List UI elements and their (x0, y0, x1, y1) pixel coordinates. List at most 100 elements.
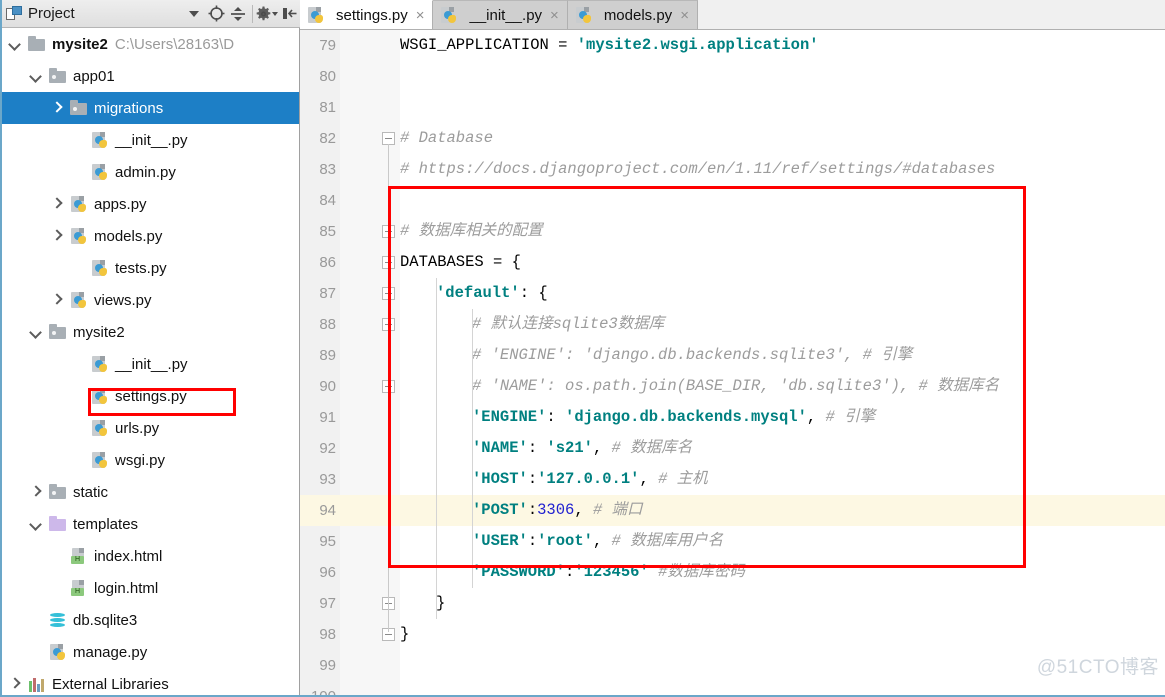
project-panel-title[interactable]: Project (0, 5, 75, 22)
code-line-80[interactable]: 80 (300, 61, 1165, 92)
line-number: 84 (319, 192, 336, 209)
code-line-98[interactable]: 98} (300, 619, 1165, 650)
tree-item-migrations[interactable]: migrations (0, 92, 299, 124)
tree-item-urls-py[interactable]: urls.py (0, 412, 299, 444)
chevron-right-icon[interactable] (50, 229, 64, 243)
editor-tab-settings-py[interactable]: settings.py × (300, 0, 434, 29)
code-line-89[interactable]: 89 # 'ENGINE': 'django.db.backends.sqlite… (300, 340, 1165, 371)
tree-item-login-html[interactable]: Hlogin.html (0, 572, 299, 604)
tree-item-label: views.py (94, 291, 152, 309)
chevron-right-icon[interactable] (29, 485, 43, 499)
code-editor[interactable]: 79 WSGI_APPLICATION = 'mysite2.wsgi.appli… (300, 30, 1165, 697)
code-line-87[interactable]: 87 'default': { (300, 278, 1165, 309)
tree-item-static[interactable]: static (0, 476, 299, 508)
code-token: 'PASSWORD' (472, 563, 566, 581)
project-view-dropdown-button[interactable] (183, 3, 205, 25)
line-number: 85 (319, 223, 336, 240)
project-tree[interactable]: mysite2 C:\Users\28163\D app01 migrations __… (0, 28, 299, 697)
code-token: '127.0.0.1' (537, 470, 640, 488)
folder-icon (28, 36, 46, 52)
chevron-down-icon[interactable] (29, 69, 43, 83)
code-line-96[interactable]: 96 'PASSWORD':'123456' #数据库密码 (300, 557, 1165, 588)
code-line-82[interactable]: 82 # Database (300, 123, 1165, 154)
code-line-93[interactable]: 93 'HOST':'127.0.0.1', # 主机 (300, 464, 1165, 495)
tree-item-settings-py[interactable]: settings.py (0, 380, 299, 412)
code-line-79[interactable]: 79 WSGI_APPLICATION = 'mysite2.wsgi.appli… (300, 30, 1165, 61)
locate-file-button[interactable] (205, 3, 227, 25)
tree-item-label: models.py (94, 227, 163, 245)
editor-tab--init-py[interactable]: __init__.py × (433, 0, 568, 29)
project-view-icon (6, 5, 22, 22)
tree-item-index-html[interactable]: Hindex.html (0, 540, 299, 572)
code-line-95[interactable]: 95 'USER':'root', # 数据库用户名 (300, 526, 1165, 557)
code-token: 'USER' (472, 532, 528, 550)
close-icon[interactable]: × (550, 7, 559, 24)
code-token: 'POST' (472, 501, 528, 519)
code-token: # 数据库名 (611, 439, 693, 457)
line-number: 93 (319, 471, 336, 488)
tree-item-label: tests.py (115, 259, 167, 277)
line-number: 82 (319, 130, 336, 147)
close-icon[interactable]: × (680, 7, 689, 24)
collapse-all-button[interactable] (227, 3, 249, 25)
code-line-91[interactable]: 91 'ENGINE': 'django.db.backends.mysql', … (300, 402, 1165, 433)
line-number: 92 (319, 440, 336, 457)
code-token: : (527, 439, 547, 457)
chevron-right-icon[interactable] (8, 677, 22, 691)
code-line-97[interactable]: 97} (300, 588, 1165, 619)
code-line-99[interactable]: 99 (300, 650, 1165, 681)
code-line-83[interactable]: 83 # https://docs.djangoproject.com/en/1.… (300, 154, 1165, 185)
code-line-94[interactable]: 94 'POST':3306, # 端口 (300, 495, 1165, 526)
tree-item-views-py[interactable]: views.py (0, 284, 299, 316)
tree-item-mysite2[interactable]: mysite2 C:\Users\28163\D (0, 28, 299, 60)
code-content[interactable]: 79 WSGI_APPLICATION = 'mysite2.wsgi.appli… (300, 30, 1165, 697)
tree-item-label: index.html (94, 547, 163, 565)
tree-item-admin-py[interactable]: admin.py (0, 156, 299, 188)
tree-item-wsgi-py[interactable]: wsgi.py (0, 444, 299, 476)
code-line-84[interactable]: 84 (300, 185, 1165, 216)
close-icon[interactable]: × (416, 7, 425, 24)
tree-item-templates[interactable]: templates (0, 508, 299, 540)
chevron-right-icon[interactable] (50, 197, 64, 211)
code-line-86[interactable]: 86 DATABASES = { (300, 247, 1165, 278)
html-file-icon: H (70, 548, 88, 564)
python-file-icon (440, 7, 458, 23)
hide-panel-button[interactable] (278, 3, 300, 25)
chevron-right-icon[interactable] (50, 101, 64, 115)
editor-tab-models-py[interactable]: models.py × (567, 0, 698, 29)
code-line-85[interactable]: 85 # 数据库相关的配置 (300, 216, 1165, 247)
chevron-right-icon[interactable] (50, 293, 64, 307)
tree-item--init-py[interactable]: __init__.py (0, 348, 299, 380)
tree-item-manage-py[interactable]: manage.py (0, 636, 299, 668)
chevron-down-icon[interactable] (29, 325, 43, 339)
python-file-icon (49, 644, 67, 660)
chevron-down-icon[interactable] (8, 37, 22, 51)
settings-button[interactable] (256, 3, 278, 25)
code-token: #数据库密码 (658, 563, 745, 581)
tree-item-models-py[interactable]: models.py (0, 220, 299, 252)
folder-module-icon (49, 68, 67, 84)
python-file-icon (91, 420, 109, 436)
code-line-92[interactable]: 92 'NAME': 's21', # 数据库名 (300, 433, 1165, 464)
tree-item-db-sqlite3[interactable]: db.sqlite3 (0, 604, 299, 636)
tree-item-mysite2[interactable]: mysite2 (0, 316, 299, 348)
indent-guide (472, 309, 473, 588)
tree-item-app01[interactable]: app01 (0, 60, 299, 92)
tree-item-tests-py[interactable]: tests.py (0, 252, 299, 284)
tree-item-external-libraries[interactable]: External Libraries (0, 668, 299, 697)
tree-item-apps-py[interactable]: apps.py (0, 188, 299, 220)
chevron-down-icon[interactable] (29, 517, 43, 531)
code-line-81[interactable]: 81 (300, 92, 1165, 123)
line-number: 89 (319, 347, 336, 364)
tree-item--init-py[interactable]: __init__.py (0, 124, 299, 156)
code-token: 'django.db.backends.mysql' (565, 408, 807, 426)
line-number: 95 (319, 533, 336, 550)
indent-guide (436, 278, 437, 619)
code-line-88[interactable]: 88 # 默认连接sqlite3数据库 (300, 309, 1165, 340)
python-file-icon (91, 260, 109, 276)
code-line-90[interactable]: 90 # 'NAME': os.path.join(BASE_DIR, 'db.s… (300, 371, 1165, 402)
python-file-icon (91, 356, 109, 372)
line-number: 96 (319, 564, 336, 581)
